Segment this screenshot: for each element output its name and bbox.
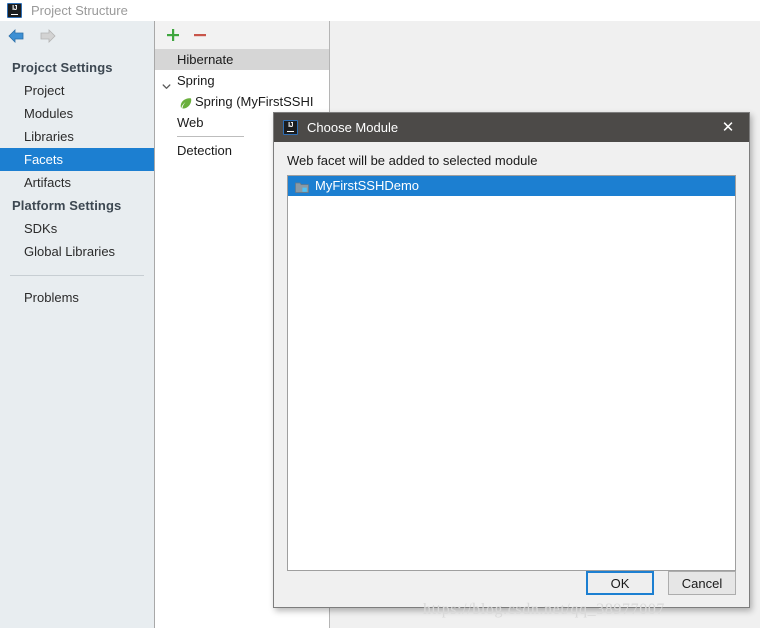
facet-menu-item-spring[interactable]: Spring bbox=[155, 70, 329, 91]
project-structure-window: Project Structure Projcct Settings Proje… bbox=[0, 0, 760, 631]
intellij-idea-icon bbox=[283, 120, 298, 135]
spring-leaf-icon bbox=[179, 95, 192, 109]
sidebar-item-artifacts[interactable]: Artifacts bbox=[0, 171, 154, 194]
close-icon[interactable]: ✕ bbox=[707, 113, 749, 142]
module-folder-icon bbox=[295, 180, 309, 193]
facet-menu-item-spring-myfirstsshdemo[interactable]: Spring (MyFirstSSHI bbox=[155, 91, 329, 112]
sidebar-item-modules[interactable]: Modules bbox=[0, 102, 154, 125]
page-title: Project Structure bbox=[31, 3, 128, 18]
facet-menu-item-label: Web bbox=[177, 115, 204, 130]
sidebar-item-project[interactable]: Project bbox=[0, 79, 154, 102]
settings-sidebar: Projcct Settings Project Modules Librari… bbox=[0, 21, 155, 631]
sidebar-divider bbox=[10, 275, 144, 276]
arrow-left-icon[interactable] bbox=[8, 28, 25, 43]
facet-menu-item-label: Spring bbox=[177, 73, 215, 88]
intellij-idea-icon bbox=[7, 3, 22, 18]
sidebar-section-header-project-settings: Projcct Settings bbox=[12, 60, 113, 75]
module-list[interactable]: MyFirstSSHDemo bbox=[287, 175, 736, 571]
sidebar-item-global-libraries[interactable]: Global Libraries bbox=[0, 240, 154, 263]
facet-menu-item-hibernate[interactable]: Hibernate bbox=[155, 49, 329, 70]
minus-icon[interactable] bbox=[193, 28, 207, 42]
window-titlebar: Project Structure bbox=[0, 0, 760, 21]
dialog-titlebar: Choose Module ✕ bbox=[274, 113, 749, 142]
facet-menu-divider bbox=[177, 136, 244, 137]
facet-menu-item-label: Hibernate bbox=[177, 52, 234, 67]
sidebar-item-sdks[interactable]: SDKs bbox=[0, 217, 154, 240]
dialog-title: Choose Module bbox=[307, 120, 399, 135]
plus-icon[interactable] bbox=[166, 28, 180, 42]
cancel-button[interactable]: Cancel bbox=[668, 571, 736, 595]
list-item[interactable]: MyFirstSSHDemo bbox=[288, 176, 735, 196]
list-item-label: MyFirstSSHDemo bbox=[315, 178, 420, 193]
ok-button[interactable]: OK bbox=[586, 571, 654, 595]
sidebar-section-header-platform-settings: Platform Settings bbox=[12, 198, 122, 213]
facet-toolbar bbox=[155, 21, 329, 49]
dialog-button-bar: OK Cancel bbox=[586, 571, 736, 595]
chevron-down-icon bbox=[162, 76, 171, 89]
sidebar-item-problems[interactable]: Problems bbox=[0, 286, 154, 309]
dialog-body: Web facet will be added to selected modu… bbox=[274, 142, 749, 571]
sidebar-sections: Projcct Settings Project Modules Librari… bbox=[0, 50, 154, 309]
navigation-buttons bbox=[0, 21, 154, 50]
sidebar-item-facets[interactable]: Facets bbox=[0, 148, 154, 171]
facet-menu-item-label: Spring (MyFirstSSHI bbox=[195, 94, 314, 109]
facet-menu-item-label: Detection bbox=[177, 143, 232, 158]
choose-module-dialog: Choose Module ✕ Web facet will be added … bbox=[273, 112, 750, 608]
dialog-prompt-text: Web facet will be added to selected modu… bbox=[287, 153, 538, 168]
sidebar-item-libraries[interactable]: Libraries bbox=[0, 125, 154, 148]
arrow-right-icon[interactable] bbox=[39, 28, 56, 43]
